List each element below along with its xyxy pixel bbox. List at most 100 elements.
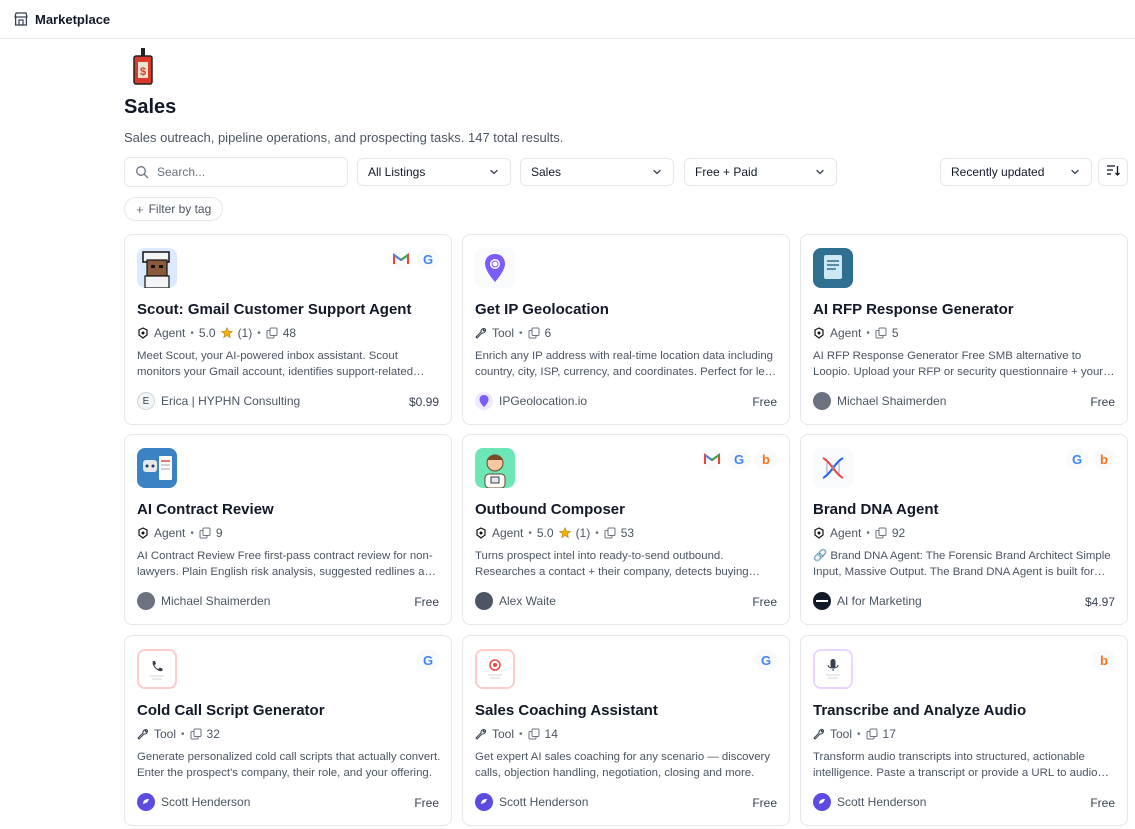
copy-count: 14 — [544, 727, 558, 741]
sort-direction-button[interactable] — [1098, 158, 1128, 186]
star-icon — [558, 527, 571, 539]
copy-count: 9 — [215, 526, 223, 540]
app-title[interactable]: Marketplace — [35, 12, 110, 27]
card-title[interactable]: Get IP Geolocation — [475, 301, 609, 318]
author-name[interactable]: Michael Shaimerden — [161, 594, 270, 608]
card-description: Meet Scout, your AI-powered inbox assist… — [137, 350, 414, 378]
top-bar: Marketplace — [0, 0, 1135, 39]
wrench-icon — [475, 728, 487, 740]
card-title[interactable]: Transcribe and Analyze Audio — [813, 702, 1026, 719]
listing-card[interactable]: G Scout: Gmail Customer Support Agent Ag… — [124, 234, 452, 425]
search-box[interactable] — [124, 157, 348, 187]
card-description: Enrich any IP address with real-time loc… — [475, 350, 778, 378]
wrench-icon — [137, 728, 149, 740]
copy-count: 32 — [206, 727, 220, 741]
agent-icon — [137, 327, 149, 339]
author-avatar — [137, 793, 155, 811]
wrench-icon — [813, 728, 825, 740]
listing-card[interactable]: AI RFP Response Generator Agent • 5 AI R… — [800, 234, 1128, 425]
author-name[interactable]: Scott Henderson — [161, 795, 250, 809]
author-avatar — [475, 592, 493, 610]
listing-type: Agent — [492, 526, 524, 540]
copy-count: 92 — [891, 526, 906, 540]
google-icon: G — [755, 649, 777, 671]
author-name[interactable]: AI for Marketing — [837, 594, 922, 608]
document-icon — [813, 248, 853, 288]
svg-text:$: $ — [140, 66, 146, 78]
card-description: Generate personalized cold call scripts … — [137, 751, 441, 779]
search-input[interactable] — [157, 165, 337, 179]
category-select[interactable]: Sales — [520, 158, 674, 186]
card-title[interactable]: Brand DNA Agent — [813, 501, 939, 518]
copy-icon — [875, 527, 887, 539]
card-description: Transform audio transcripts into structu… — [813, 751, 1098, 779]
listing-card[interactable]: G Sales Coaching Assistant Tool • 14 Get… — [462, 635, 790, 826]
listing-card[interactable]: b Transcribe and Analyze Audio Tool • 17… — [800, 635, 1128, 826]
sort-select[interactable]: Recently updated — [940, 158, 1092, 186]
author-name[interactable]: Michael Shaimerden — [837, 394, 946, 408]
dna-icon — [813, 448, 853, 488]
listing-type: Agent — [154, 526, 186, 540]
agent-icon — [813, 327, 825, 339]
sort-select-value: Recently updated — [951, 165, 1045, 179]
chevron-down-icon — [1069, 166, 1081, 178]
author-name[interactable]: IPGeolocation.io — [499, 394, 587, 408]
storefront-icon — [13, 11, 29, 27]
bing-icon: b — [1093, 448, 1115, 470]
chevron-down-icon — [488, 166, 500, 178]
copy-count: 6 — [544, 326, 552, 340]
pricing-select-value: Free + Paid — [695, 165, 758, 179]
author-avatar — [137, 592, 155, 610]
rating-value: 5.0 — [198, 326, 216, 340]
phone-script-icon — [137, 649, 177, 689]
chevron-down-icon — [651, 166, 663, 178]
author-name[interactable]: Alex Waite — [499, 594, 556, 608]
card-title[interactable]: AI Contract Review — [137, 501, 274, 518]
agent-icon — [813, 527, 825, 539]
pricing-select[interactable]: Free + Paid — [684, 158, 837, 186]
chevron-down-icon — [814, 166, 826, 178]
gmail-icon — [701, 448, 723, 470]
agent-icon — [137, 527, 149, 539]
card-title[interactable]: Outbound Composer — [475, 501, 625, 518]
author-avatar — [475, 392, 493, 410]
agent-icon — [475, 527, 487, 539]
price-tag-icon: $ — [131, 48, 155, 86]
separator-dot: • — [257, 327, 261, 339]
author-avatar — [813, 793, 831, 811]
copy-count: 48 — [282, 326, 297, 340]
review-count: (1) — [575, 526, 591, 540]
listing-type: Agent — [830, 526, 862, 540]
price: Free — [1090, 395, 1115, 409]
card-title[interactable]: Scout: Gmail Customer Support Agent — [137, 301, 411, 318]
listing-card[interactable]: AI Contract Review Agent • 9 AI Contract… — [124, 434, 452, 625]
rating-value: 5.0 — [536, 526, 554, 540]
plus-icon: + — [136, 201, 144, 217]
separator-dot: • — [595, 527, 599, 539]
copy-icon — [875, 327, 887, 339]
card-title[interactable]: Sales Coaching Assistant — [475, 702, 658, 719]
location-pin-icon — [475, 248, 515, 288]
copy-icon — [528, 327, 540, 339]
listing-type: Tool — [492, 326, 515, 340]
listing-card[interactable]: G b Outbound Composer Agent • 5.0 (1) • … — [462, 434, 790, 625]
author-name[interactable]: Scott Henderson — [837, 795, 926, 809]
card-title[interactable]: Cold Call Script Generator — [137, 702, 325, 719]
filter-by-tag-button[interactable]: + Filter by tag — [124, 197, 224, 221]
card-description: AI RFP Response Generator Free SMB alter… — [813, 350, 1104, 378]
google-icon: G — [417, 248, 439, 270]
author-name[interactable]: Scott Henderson — [499, 795, 588, 809]
star-icon — [220, 327, 233, 339]
copy-count: 17 — [882, 727, 896, 741]
separator-dot: • — [181, 728, 185, 740]
listing-card[interactable]: Get IP Geolocation Tool • 6 Enrich any I… — [462, 234, 790, 425]
bing-icon: b — [1093, 649, 1115, 671]
listing-card[interactable]: G b Brand DNA Agent Agent • 92 🔗 Brand D… — [800, 434, 1128, 625]
copy-icon — [266, 327, 278, 339]
review-count: (1) — [237, 326, 253, 340]
listings-select[interactable]: All Listings — [357, 158, 511, 186]
card-title[interactable]: AI RFP Response Generator — [813, 301, 1014, 318]
author-name[interactable]: Erica | HYPHN Consulting — [161, 394, 300, 408]
listing-card[interactable]: G Cold Call Script Generator Tool • 32 G… — [124, 635, 452, 826]
page-title: Sales — [124, 96, 177, 118]
